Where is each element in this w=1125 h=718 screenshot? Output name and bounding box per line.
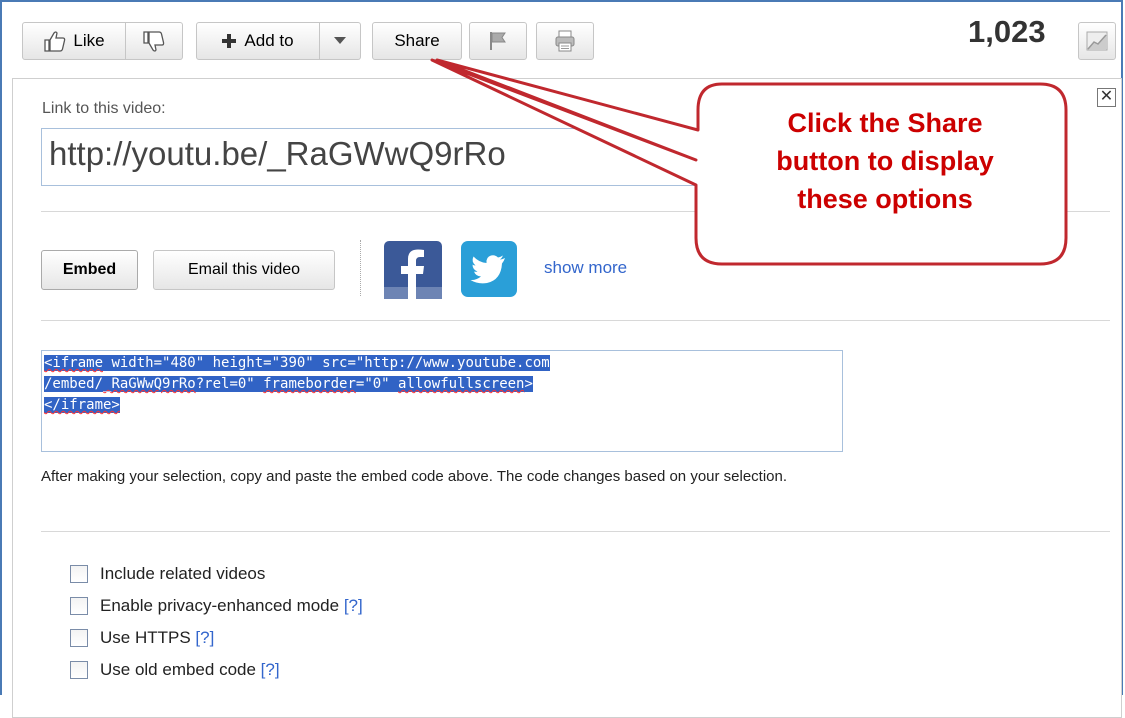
callout-text: Click the Share button to display these … (700, 104, 1070, 218)
callout-line: Click the Share (787, 108, 983, 138)
callout-line: button to display (776, 146, 994, 176)
callout-line: these options (797, 184, 973, 214)
